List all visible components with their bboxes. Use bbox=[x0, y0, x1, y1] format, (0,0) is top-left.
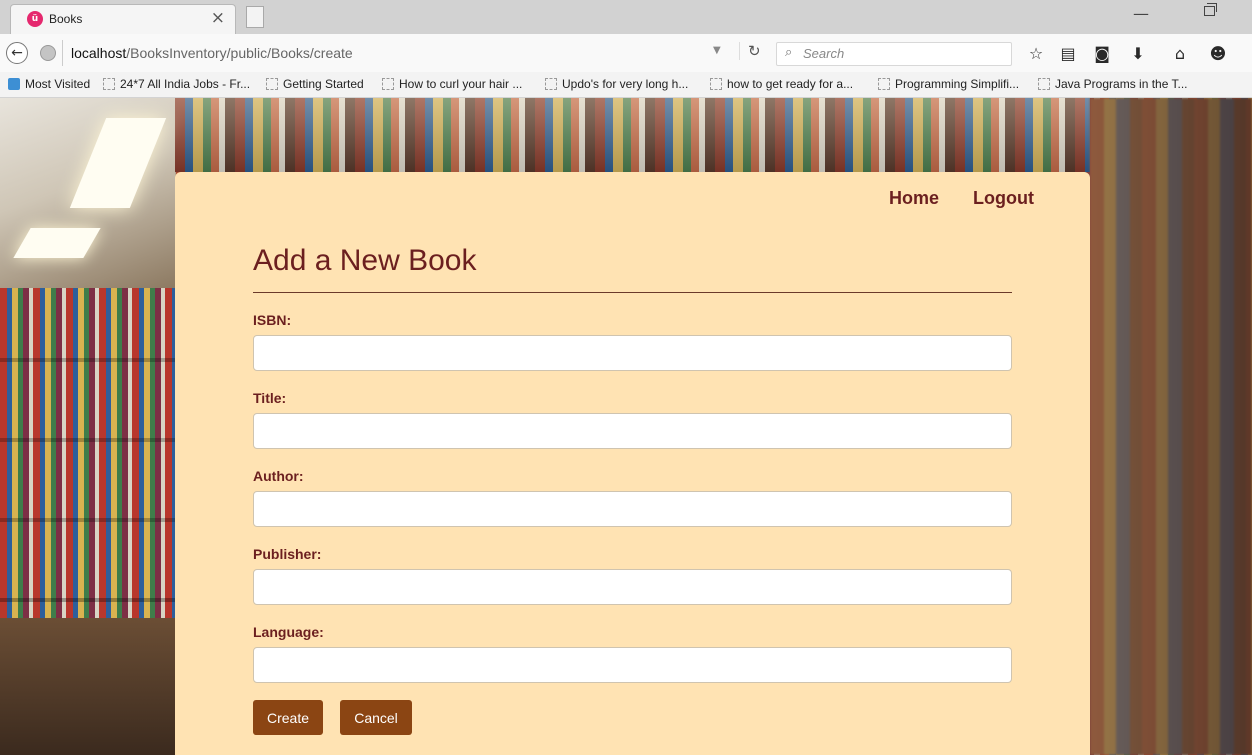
title-label: Title: bbox=[253, 390, 287, 406]
ceiling-light bbox=[69, 118, 167, 208]
restore-window-icon[interactable] bbox=[1204, 3, 1217, 16]
smiley-icon[interactable]: ☻ bbox=[1208, 44, 1228, 64]
library-background-shade bbox=[175, 98, 1090, 172]
bookmark-item[interactable]: Programming Simplifi... bbox=[878, 77, 1019, 91]
bookmark-item[interactable]: how to get ready for a... bbox=[710, 77, 853, 91]
author-label: Author: bbox=[253, 468, 304, 484]
bookmark-item[interactable]: Most Visited bbox=[8, 77, 90, 91]
isbn-label: ISBN: bbox=[253, 312, 292, 328]
bookmark-item[interactable]: Updo's for very long h... bbox=[545, 77, 688, 91]
cancel-button[interactable]: Cancel bbox=[340, 700, 412, 735]
home-icon[interactable]: ⌂ bbox=[1170, 44, 1190, 64]
url-dropdown-icon[interactable]: ▼ bbox=[713, 45, 721, 56]
library-background-right bbox=[1090, 98, 1252, 755]
library-floor bbox=[0, 618, 175, 755]
bookmark-icon bbox=[103, 78, 115, 90]
home-link[interactable]: Home bbox=[889, 188, 939, 209]
title-input[interactable] bbox=[253, 413, 1012, 449]
create-button[interactable]: Create bbox=[253, 700, 323, 735]
search-icon: ⌕ bbox=[785, 45, 793, 60]
globe-icon bbox=[40, 45, 56, 61]
bookmark-item[interactable]: Java Programs in the T... bbox=[1038, 77, 1188, 91]
new-tab-button[interactable] bbox=[246, 6, 264, 28]
tab-title: Books bbox=[49, 12, 83, 26]
bookmark-icon bbox=[1038, 78, 1050, 90]
language-label: Language: bbox=[253, 624, 324, 640]
url-text: localhost/BooksInventory/public/Books/cr… bbox=[71, 45, 353, 61]
bookmark-icon bbox=[382, 78, 394, 90]
back-arrow-icon[interactable]: ← bbox=[6, 42, 28, 64]
author-input[interactable] bbox=[253, 491, 1012, 527]
tab-bar: ü Books × — bbox=[0, 0, 1252, 34]
library-ceiling bbox=[0, 98, 175, 288]
title-divider bbox=[253, 292, 1012, 293]
add-book-panel: Home Logout Add a New Book ISBN: Title: … bbox=[175, 172, 1090, 755]
address-bar[interactable]: localhost/BooksInventory/public/Books/cr… bbox=[62, 40, 766, 66]
bookmark-folder-icon bbox=[8, 78, 20, 90]
bookmark-icon bbox=[545, 78, 557, 90]
star-icon[interactable]: ☆ bbox=[1026, 44, 1046, 64]
search-input[interactable]: ⌕ Search bbox=[776, 42, 1012, 66]
download-icon[interactable]: ⬇ bbox=[1128, 44, 1148, 64]
bookmark-item[interactable]: How to curl your hair ... bbox=[382, 77, 522, 91]
ceiling-light bbox=[13, 228, 101, 258]
reload-icon[interactable]: ↻ bbox=[739, 42, 761, 60]
minimize-icon[interactable]: — bbox=[1133, 4, 1149, 23]
isbn-input[interactable] bbox=[253, 335, 1012, 371]
page-title: Add a New Book bbox=[253, 244, 477, 277]
tab-favicon-icon: ü bbox=[27, 11, 43, 27]
bookmark-item[interactable]: Getting Started bbox=[266, 77, 364, 91]
page-viewport: Home Logout Add a New Book ISBN: Title: … bbox=[0, 98, 1252, 755]
bookmark-icon bbox=[266, 78, 278, 90]
reading-list-icon[interactable]: ▤ bbox=[1058, 44, 1078, 64]
bookmarks-toolbar: Most Visited 24*7 All India Jobs - Fr...… bbox=[0, 72, 1252, 98]
search-placeholder: Search bbox=[803, 46, 845, 61]
close-tab-icon[interactable]: × bbox=[211, 8, 225, 28]
logout-link[interactable]: Logout bbox=[973, 188, 1034, 209]
url-host: localhost bbox=[71, 45, 127, 61]
language-input[interactable] bbox=[253, 647, 1012, 683]
bookmark-icon bbox=[710, 78, 722, 90]
pocket-icon[interactable]: ◙ bbox=[1092, 44, 1112, 64]
bookmark-icon bbox=[878, 78, 890, 90]
browser-tab[interactable]: ü Books × bbox=[10, 4, 236, 34]
bookmark-item[interactable]: 24*7 All India Jobs - Fr... bbox=[103, 77, 250, 91]
publisher-label: Publisher: bbox=[253, 546, 322, 562]
url-path: /BooksInventory/public/Books/create bbox=[126, 45, 353, 61]
publisher-input[interactable] bbox=[253, 569, 1012, 605]
navigation-toolbar: ← localhost/BooksInventory/public/Books/… bbox=[0, 34, 1252, 72]
